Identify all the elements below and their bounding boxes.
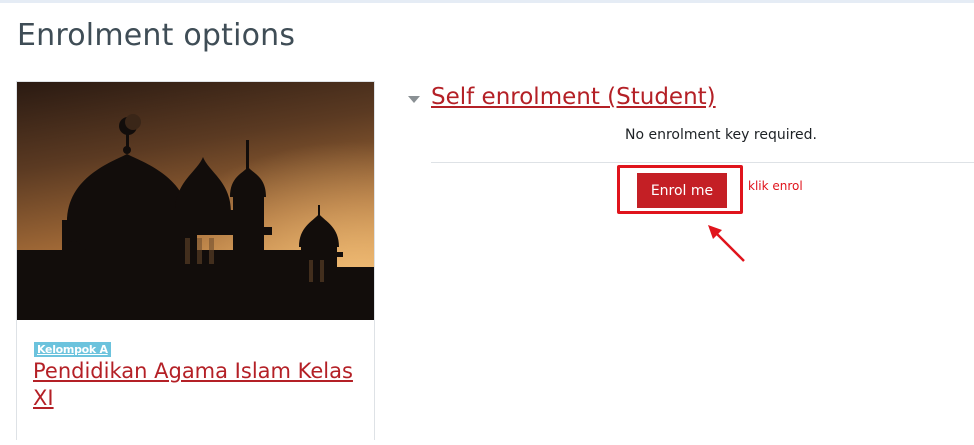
- top-border: [0, 0, 974, 3]
- enrolment-method-title[interactable]: Self enrolment (Student): [431, 84, 716, 110]
- course-title-link[interactable]: Pendidikan Agama Islam Kelas XI: [33, 358, 353, 412]
- collapse-triangle-icon[interactable]: [408, 96, 420, 103]
- annotation-arrow-icon: [708, 225, 745, 262]
- annotation-text: klik enrol: [748, 179, 803, 193]
- mosque-image: [17, 82, 374, 320]
- category-badge[interactable]: Kelompok A: [34, 342, 111, 357]
- divider: [431, 162, 974, 163]
- course-card: Kelompok A Pendidikan Agama Islam Kelas …: [16, 81, 375, 440]
- page-title: Enrolment options: [17, 18, 296, 53]
- enrol-me-button[interactable]: Enrol me: [637, 173, 727, 208]
- course-image[interactable]: [17, 82, 374, 320]
- enrolment-info-text: No enrolment key required.: [625, 127, 818, 143]
